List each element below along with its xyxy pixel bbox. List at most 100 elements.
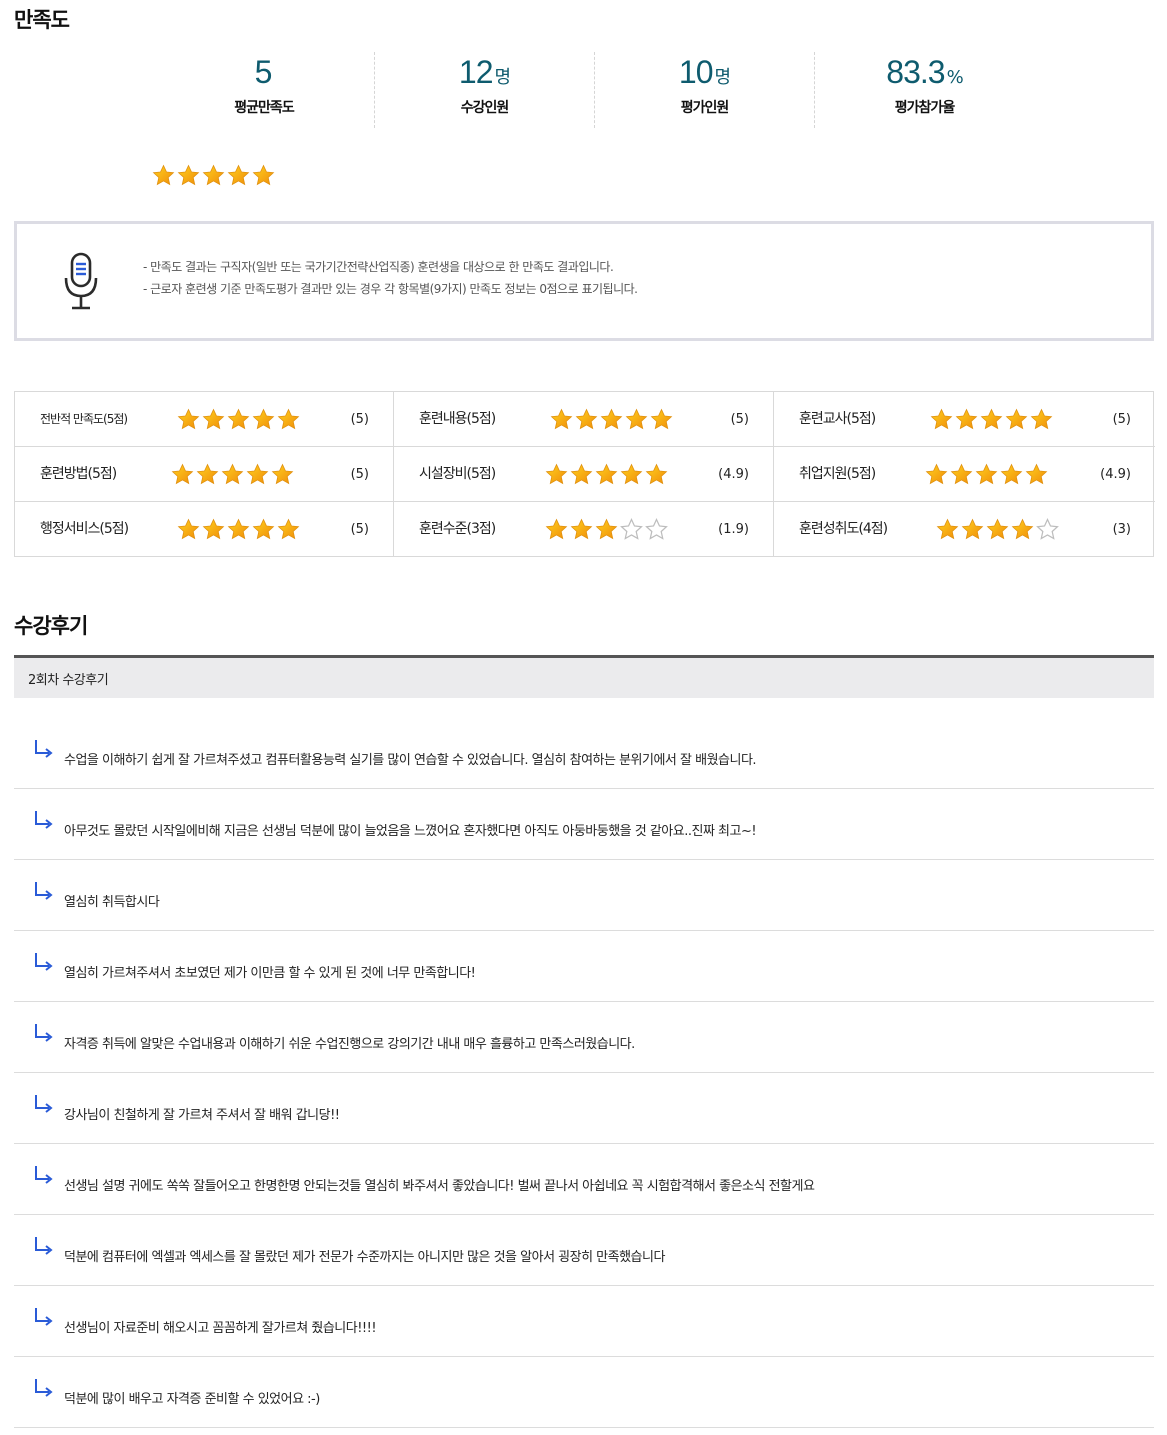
star-filled-icon — [1011, 518, 1034, 541]
rating-item-stars — [545, 518, 668, 541]
review-item: 열심히 가르쳐주셔서 초보였던 제가 이만큼 할 수 있게 된 것에 너무 만족… — [14, 931, 1154, 1002]
star-filled-icon — [1030, 408, 1053, 431]
rating-item-facility: 시설장비(5점) (4.9) — [394, 447, 774, 502]
star-filled-icon — [221, 463, 244, 486]
rating-item-score: (5) — [1112, 412, 1131, 427]
star-filled-icon — [595, 463, 618, 486]
review-text: 열심히 취득합시다 — [64, 895, 160, 910]
rating-item-stars — [177, 408, 300, 431]
review-item: 선생님이 자료준비 해오시고 꼼꼼하게 잘가르쳐 줬습니다!!!! — [14, 1286, 1154, 1357]
reply-arrow-icon — [35, 811, 53, 829]
star-empty-icon — [645, 518, 668, 541]
notice-line: - 만족도 결과는 구직자(일반 또는 국가기간전략산업직종) 훈련생을 대상으… — [143, 260, 614, 274]
stat-label: 평가참가율 — [894, 100, 955, 116]
star-filled-icon — [252, 518, 275, 541]
average-rating-stars — [152, 164, 275, 187]
star-filled-icon — [202, 518, 225, 541]
satisfaction-item-grid: 전반적 만족도(5점) (5) 훈련내용(5점) (5) 훈련교사(5점) (5… — [14, 391, 1155, 557]
rating-item-stars — [545, 463, 668, 486]
star-filled-icon — [202, 408, 225, 431]
review-text: 열심히 가르쳐주셔서 초보였던 제가 이만큼 할 수 있게 된 것에 너무 만족… — [64, 966, 476, 981]
star-filled-icon — [177, 164, 200, 187]
rating-item-admin: 행정서비스(5점) (5) — [15, 502, 394, 556]
star-filled-icon — [545, 463, 568, 486]
star-filled-icon — [196, 463, 219, 486]
satisfaction-title: 만족도 — [14, 8, 70, 32]
rating-item-overall: 전반적 만족도(5점) (5) — [15, 392, 394, 447]
rating-item-score: (5) — [350, 467, 369, 482]
review-item: 덕분에 많이 배우고 자격증 준비할 수 있었어요 :-) — [14, 1357, 1154, 1428]
reply-arrow-icon — [35, 1237, 53, 1255]
star-filled-icon — [545, 518, 568, 541]
star-filled-icon — [950, 463, 973, 486]
rating-item-content: 훈련내용(5점) (5) — [394, 392, 774, 447]
rating-item-stars — [177, 518, 300, 541]
star-filled-icon — [936, 518, 959, 541]
rating-item-stars — [171, 463, 294, 486]
star-filled-icon — [277, 518, 300, 541]
rating-item-employment: 취업지원(5점) (4.9) — [774, 447, 1155, 502]
stat-unit: 명 — [714, 67, 732, 88]
rating-item-achievement: 훈련성취도(4점) (3) — [774, 502, 1155, 556]
stat-enrolled: 12 명 수강인원 — [374, 52, 594, 128]
stat-value: 83.3 — [886, 54, 945, 90]
star-filled-icon — [595, 518, 618, 541]
star-filled-icon — [620, 463, 643, 486]
star-empty-icon — [1036, 518, 1059, 541]
notice-line: - 근로자 훈련생 기준 만족도평가 결과만 있는 경우 각 항목별(9가지) … — [143, 282, 638, 296]
rating-item-level: 훈련수준(3점) (1.9) — [394, 502, 774, 556]
rating-item-label: 훈련수준(3점) — [419, 521, 496, 537]
rating-item-label: 전반적 만족도(5점) — [40, 412, 128, 426]
stat-value: 12 — [458, 54, 494, 90]
rating-item-label: 훈련방법(5점) — [40, 466, 117, 482]
rating-item-label: 훈련교사(5점) — [799, 411, 876, 427]
star-filled-icon — [570, 518, 593, 541]
star-empty-icon — [620, 518, 643, 541]
star-filled-icon — [575, 408, 598, 431]
star-filled-icon — [246, 463, 269, 486]
star-filled-icon — [625, 408, 648, 431]
review-round-header: 2회차 수강후기 — [14, 655, 1154, 698]
reply-arrow-icon — [35, 740, 53, 758]
review-text: 덕분에 많이 배우고 자격증 준비할 수 있었어요 :-) — [64, 1392, 320, 1407]
star-filled-icon — [277, 408, 300, 431]
star-filled-icon — [650, 408, 673, 431]
star-filled-icon — [645, 463, 668, 486]
star-filled-icon — [975, 463, 998, 486]
stat-label: 평가인원 — [680, 100, 730, 116]
reply-arrow-icon — [35, 1166, 53, 1184]
rating-item-instructor: 훈련교사(5점) (5) — [774, 392, 1155, 447]
reply-arrow-icon — [35, 953, 53, 971]
star-filled-icon — [570, 463, 593, 486]
microphone-icon — [64, 252, 98, 310]
review-text: 선생님이 자료준비 해오시고 꼼꼼하게 잘가르쳐 줬습니다!!!! — [64, 1321, 377, 1336]
star-filled-icon — [925, 463, 948, 486]
rating-item-stars — [925, 463, 1048, 486]
star-filled-icon — [961, 518, 984, 541]
star-filled-icon — [171, 463, 194, 486]
review-item: 강사님이 친철하게 잘 가르쳐 주셔서 잘 배워 갑니당!! — [14, 1073, 1154, 1144]
stat-unit: 명 — [494, 67, 512, 88]
reply-arrow-icon — [35, 1024, 53, 1042]
stat-participation: 83.3% 평가참가율 — [814, 52, 1034, 128]
rating-item-method: 훈련방법(5점) (5) — [15, 447, 394, 502]
review-list: 수업을 이해하기 쉽게 잘 가르쳐주셨고 컴퓨터활용능력 실기를 많이 연습할 … — [14, 718, 1154, 1428]
review-text: 자격증 취득에 알맞은 수업내용과 이해하기 쉬운 수업진행으로 강의기간 내내… — [64, 1037, 635, 1052]
reply-arrow-icon — [35, 1308, 53, 1326]
rating-item-stars — [550, 408, 673, 431]
rating-item-score: (5) — [350, 522, 369, 537]
stat-value: 10 — [678, 54, 714, 90]
star-filled-icon — [1005, 408, 1028, 431]
star-filled-icon — [271, 463, 294, 486]
rating-item-label: 시설장비(5점) — [419, 466, 496, 482]
stat-value: 5 — [254, 54, 273, 90]
reviews-title: 수강후기 — [14, 614, 88, 638]
rating-item-score: (4.9) — [1100, 467, 1131, 482]
star-filled-icon — [550, 408, 573, 431]
star-filled-icon — [930, 408, 953, 431]
star-filled-icon — [177, 518, 200, 541]
rating-item-score: (5) — [350, 412, 369, 427]
review-item: 열심히 취득합시다 — [14, 860, 1154, 931]
star-filled-icon — [1025, 463, 1048, 486]
stats-summary: 5 평균만족도 12 명 수강인원 10 명 평가인원 83.3% 평가참가율 — [154, 52, 1034, 128]
